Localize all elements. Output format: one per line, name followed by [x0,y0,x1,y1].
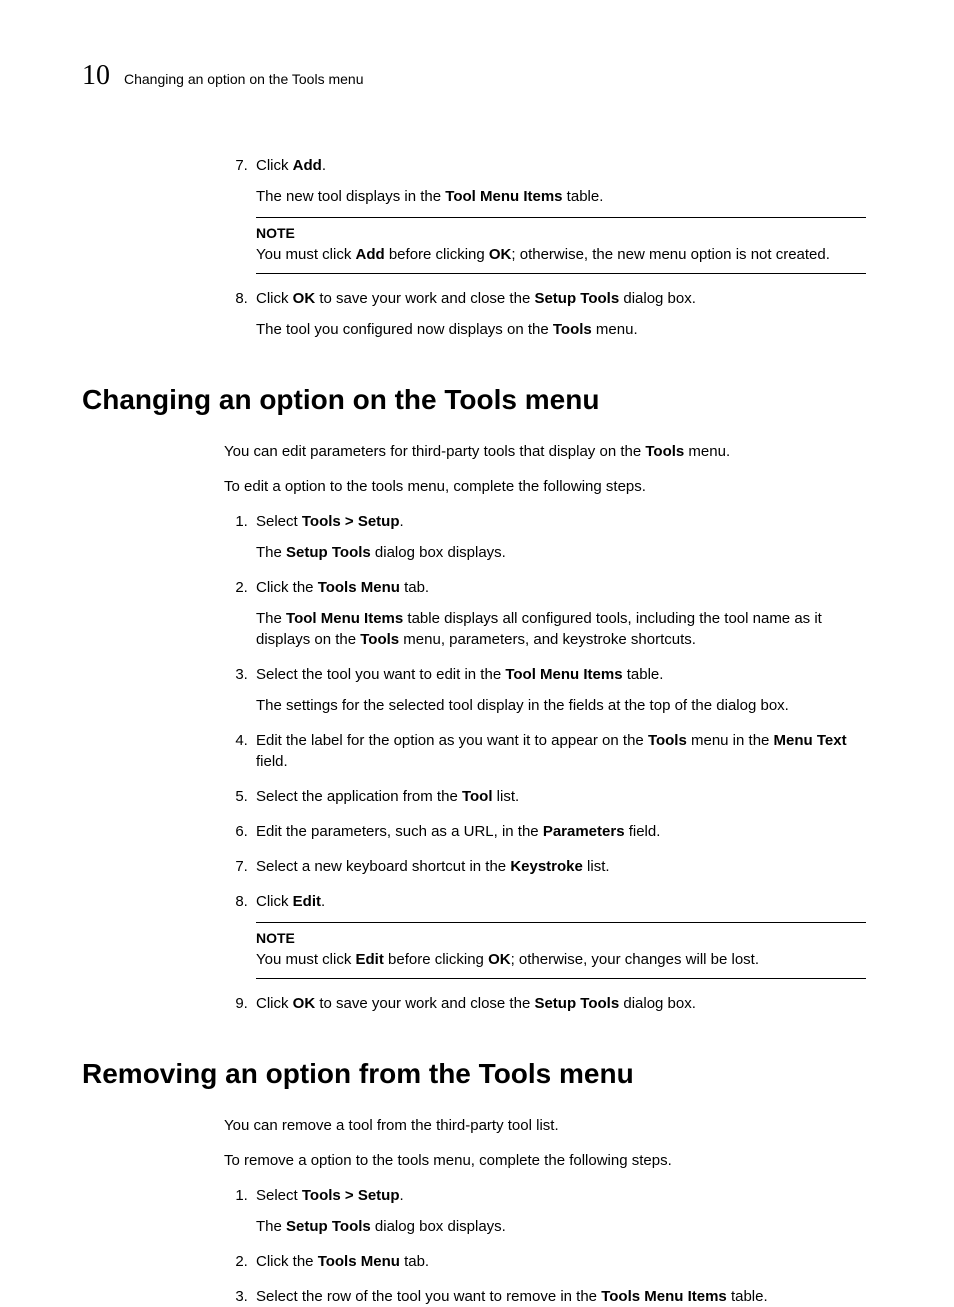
section-heading-removing: Removing an option from the Tools menu [82,1054,866,1093]
intro-paragraph: To remove a option to the tools menu, co… [224,1150,866,1171]
list-item: Select a new keyboard shortcut in the Ke… [252,856,866,877]
note-label: NOTE [256,929,866,949]
step-8: Click OK to save your work and close the… [252,288,866,340]
note-block: NOTE You must click Edit before clicking… [256,922,866,979]
list-item: Click OK to save your work and close the… [252,993,866,1014]
step-subtext: The Setup Tools dialog box displays. [256,1216,866,1237]
list-item: Select the tool you want to edit in the … [252,664,866,716]
section-heading-changing: Changing an option on the Tools menu [82,380,866,419]
note-label: NOTE [256,224,866,244]
section2-steps-list: Select Tools > Setup. The Setup Tools di… [224,1185,866,1307]
step-subtext: The tool you configured now displays on … [256,319,866,340]
list-item: Edit the parameters, such as a URL, in t… [252,821,866,842]
step-subtext: The Setup Tools dialog box displays. [256,542,866,563]
step-text: Click OK to save your work and close the… [256,290,696,307]
step-subtext: The new tool displays in the Tool Menu I… [256,186,866,207]
step-subtext: The settings for the selected tool displ… [256,695,866,716]
step-7: Click Add. The new tool displays in the … [252,155,866,274]
section1-content: You can edit parameters for third-party … [82,441,866,1014]
top-steps-list: Click Add. The new tool displays in the … [224,155,866,340]
page: 10 Changing an option on the Tools menu … [0,0,954,1235]
list-item: Edit the label for the option as you wan… [252,730,866,772]
note-text: You must click Edit before clicking OK; … [256,949,866,970]
list-item: Select the application from the Tool lis… [252,786,866,807]
top-steps-block: Click Add. The new tool displays in the … [82,155,866,340]
chapter-title: Changing an option on the Tools menu [124,70,363,90]
section2-content: You can remove a tool from the third-par… [82,1115,866,1307]
intro-paragraph: You can remove a tool from the third-par… [224,1115,866,1136]
list-item: Select the row of the tool you want to r… [252,1286,866,1307]
list-item: Click Edit. NOTE You must click Edit bef… [252,891,866,979]
list-item: Click the Tools Menu tab. The Tool Menu … [252,577,866,650]
intro-paragraph: To edit a option to the tools menu, comp… [224,476,866,497]
step-subtext: The Tool Menu Items table displays all c… [256,608,866,650]
intro-paragraph: You can edit parameters for third-party … [224,441,866,462]
page-header: 10 Changing an option on the Tools menu [82,56,866,95]
list-item: Click the Tools Menu tab. [252,1251,866,1272]
note-text: You must click Add before clicking OK; o… [256,244,866,265]
list-item: Select Tools > Setup. The Setup Tools di… [252,511,866,563]
note-block: NOTE You must click Add before clicking … [256,217,866,274]
section1-steps-list: Select Tools > Setup. The Setup Tools di… [224,511,866,1014]
list-item: Select Tools > Setup. The Setup Tools di… [252,1185,866,1237]
chapter-number: 10 [82,56,110,95]
step-text: Click Add. [256,157,326,174]
